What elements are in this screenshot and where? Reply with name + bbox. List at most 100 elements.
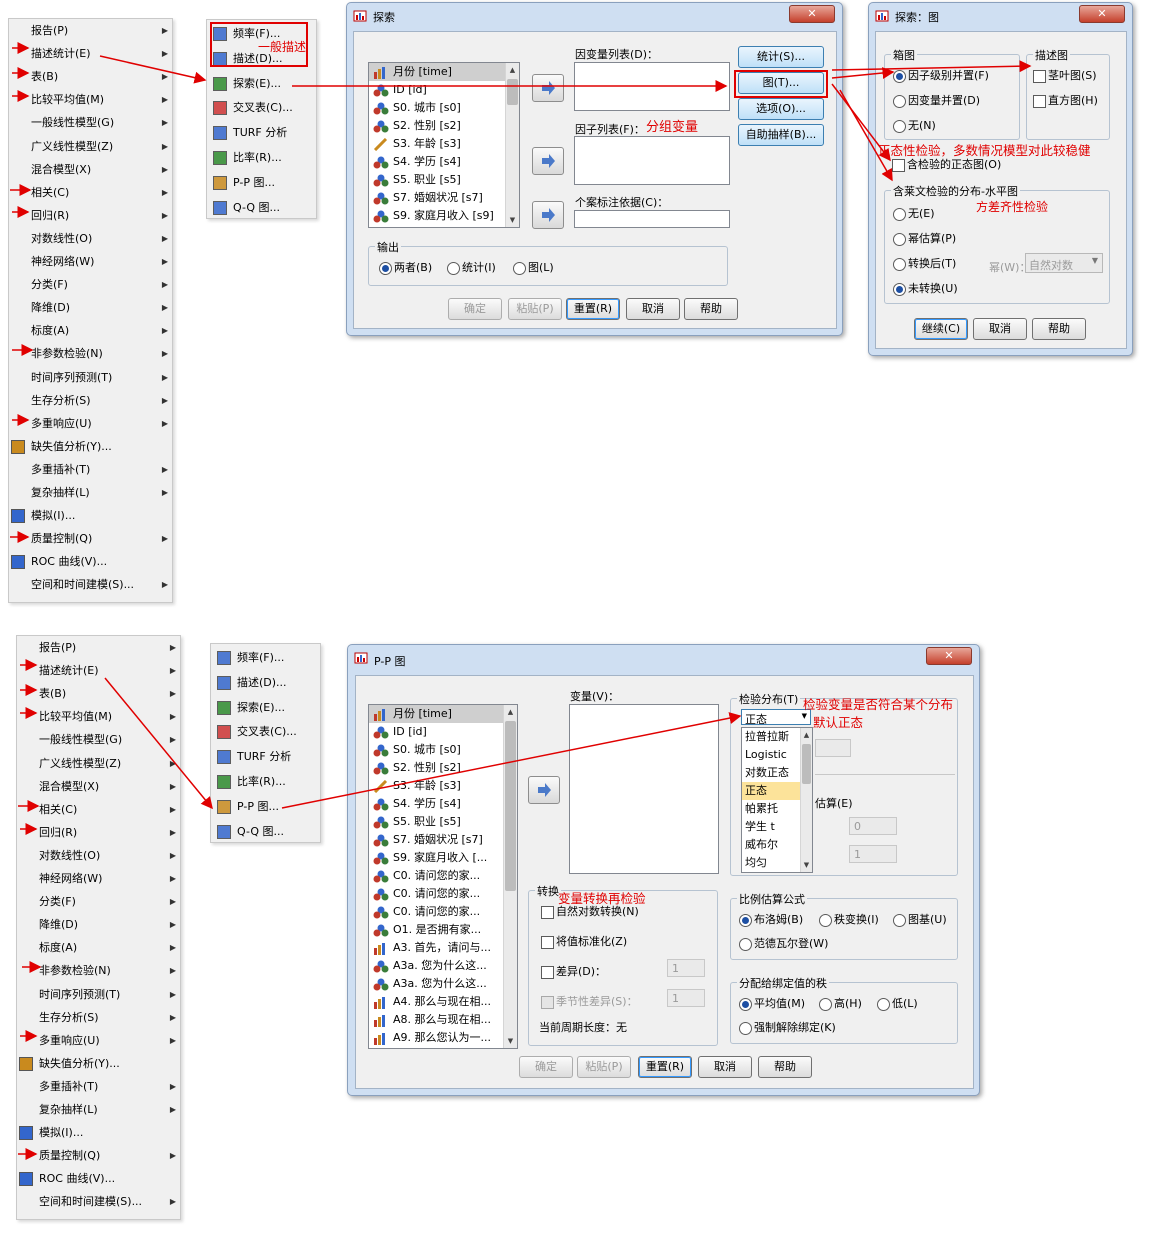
proportion-radio-1[interactable]: 秩变换(I) — [819, 913, 879, 927]
submenu-item-7[interactable]: Q-Q 图... — [207, 195, 316, 220]
label-cases-field[interactable] — [574, 210, 730, 228]
variable-item[interactable]: C0. 请问您的家... — [369, 867, 517, 885]
variable-item[interactable]: S7. 婚姻状况 [s7] — [369, 189, 519, 207]
variable-item[interactable]: A4. 那么与现在相... — [369, 993, 517, 1011]
proportion-radio-2[interactable]: 图基(U) — [893, 913, 947, 927]
dist-select[interactable]: 正态 ▼ — [741, 709, 811, 726]
menu-item-21[interactable]: 模拟(I)... — [9, 505, 172, 527]
boxplot-radio-2[interactable]: 无(N) — [893, 119, 936, 133]
descriptive-checkbox-1[interactable]: 直方图(H) — [1033, 94, 1098, 108]
transform-checkbox-3[interactable]: 季节性差异(S)： — [541, 995, 638, 1009]
menu-item-21[interactable]: 模拟(I)... — [17, 1122, 180, 1144]
dropdown-scrollbar[interactable]: ▲ ▼ — [800, 728, 812, 872]
spread-level-radio-0[interactable]: 无(E) — [893, 207, 935, 221]
statistics-button[interactable]: 统计(S)... — [738, 46, 824, 68]
move-to-dependent-button[interactable] — [532, 74, 564, 102]
menu-item-5[interactable]: 广义线性模型(Z) ▶ — [9, 136, 172, 158]
power-select[interactable]: 自然对数 ▼ — [1025, 253, 1103, 273]
submenu-item-2[interactable]: 探索(E)... — [211, 695, 320, 720]
menu-item-20[interactable]: 复杂抽样(L) ▶ — [9, 482, 172, 504]
menu-item-13[interactable]: 标度(A) ▶ — [17, 937, 180, 959]
variable-item[interactable]: S4. 学历 [s4] — [369, 153, 519, 171]
menu-item-0[interactable]: 报告(P) ▶ — [9, 20, 172, 42]
menu-item-18[interactable]: 缺失值分析(Y)... — [9, 436, 172, 458]
variable-item[interactable]: S5. 职业 [s5] — [369, 813, 517, 831]
ties-radio-1[interactable]: 高(H) — [819, 997, 862, 1011]
menu-item-7[interactable]: 相关(C) ▶ — [17, 799, 180, 821]
paste-button[interactable]: 粘贴(P) — [577, 1056, 631, 1078]
descriptive-checkbox-0[interactable]: 茎叶图(S) — [1033, 69, 1097, 83]
submenu-item-5[interactable]: 比率(R)... — [211, 769, 320, 794]
reset-button[interactable]: 重置(R) — [638, 1056, 692, 1078]
move-to-variables-button[interactable] — [528, 776, 560, 804]
variable-item[interactable]: S2. 性别 [s2] — [369, 117, 519, 135]
variable-item[interactable]: S4. 学历 [s4] — [369, 795, 517, 813]
menu-item-12[interactable]: 降维(D) ▶ — [9, 297, 172, 319]
menu-item-22[interactable]: 质量控制(Q) ▶ — [17, 1145, 180, 1167]
menu-item-1[interactable]: 描述统计(E) ▶ — [9, 43, 172, 65]
submenu-item-1[interactable]: 描述(D)... — [211, 670, 320, 695]
transform-checkbox-1[interactable]: 将值标准化(Z) — [541, 935, 627, 949]
close-button[interactable]: ✕ — [789, 5, 835, 23]
submenu-item-6[interactable]: P-P 图... — [207, 170, 316, 195]
transform-checkbox-2[interactable]: 差异(D)： — [541, 965, 606, 979]
menu-item-15[interactable]: 时间序列预测(T) ▶ — [9, 367, 172, 389]
menu-item-16[interactable]: 生存分析(S) ▶ — [17, 1007, 180, 1029]
variable-item[interactable]: A9. 那么您认为一... — [369, 1029, 517, 1047]
submenu-item-4[interactable]: TURF 分析 — [207, 120, 316, 145]
variable-item[interactable]: S9. 家庭月收入 [s9] — [369, 207, 519, 225]
bootstrap-button[interactable]: 自助抽样(B)... — [738, 124, 824, 146]
variable-item[interactable]: C0. 请问您的家... — [369, 885, 517, 903]
menu-item-11[interactable]: 分类(F) ▶ — [17, 891, 180, 913]
menu-item-24[interactable]: 空间和时间建模(S)... ▶ — [9, 574, 172, 596]
menu-item-3[interactable]: 比较平均值(M) ▶ — [9, 89, 172, 111]
menu-item-1[interactable]: 描述统计(E) ▶ — [17, 660, 180, 682]
variable-item[interactable]: S5. 职业 [s5] — [369, 171, 519, 189]
proportion-radio-0[interactable]: 布洛姆(B) — [739, 913, 803, 927]
variable-item[interactable]: C0. 请问您的家... — [369, 903, 517, 921]
dependent-list[interactable] — [574, 62, 730, 111]
help-button[interactable]: 帮助 — [1032, 318, 1086, 340]
move-to-factor-button[interactable] — [532, 147, 564, 175]
menu-item-14[interactable]: 非参数检验(N) ▶ — [17, 960, 180, 982]
menu-item-6[interactable]: 混合模型(X) ▶ — [17, 776, 180, 798]
variable-item[interactable]: A3. 首先，请问与... — [369, 939, 517, 957]
menu-item-16[interactable]: 生存分析(S) ▶ — [9, 390, 172, 412]
menu-item-10[interactable]: 神经网络(W) ▶ — [9, 251, 172, 273]
submenu-item-4[interactable]: TURF 分析 — [211, 744, 320, 769]
paste-button[interactable]: 粘贴(P) — [508, 298, 562, 320]
menu-item-4[interactable]: 一般线性模型(G) ▶ — [17, 729, 180, 751]
menu-item-12[interactable]: 降维(D) ▶ — [17, 914, 180, 936]
variable-item[interactable]: 月份 [time] — [369, 705, 517, 723]
menu-item-20[interactable]: 复杂抽样(L) ▶ — [17, 1099, 180, 1121]
menu-item-6[interactable]: 混合模型(X) ▶ — [9, 159, 172, 181]
continue-button[interactable]: 继续(C) — [914, 318, 968, 340]
submenu-item-3[interactable]: 交叉表(C)... — [211, 719, 320, 744]
variable-item[interactable]: S0. 城市 [s0] — [369, 741, 517, 759]
proportion-radio-3[interactable]: 范德瓦尔登(W) — [739, 937, 828, 951]
menu-item-3[interactable]: 比较平均值(M) ▶ — [17, 706, 180, 728]
menu-item-5[interactable]: 广义线性模型(Z) ▶ — [17, 753, 180, 775]
menu-item-17[interactable]: 多重响应(U) ▶ — [17, 1030, 180, 1052]
variable-item[interactable]: S3. 年龄 [s3] — [369, 135, 519, 153]
ok-button[interactable]: 确定 — [448, 298, 502, 320]
submenu-item-3[interactable]: 交叉表(C)... — [207, 95, 316, 120]
help-button[interactable]: 帮助 — [684, 298, 738, 320]
reset-button[interactable]: 重置(R) — [566, 298, 620, 320]
spread-level-radio-2[interactable]: 转换后(T) — [893, 257, 956, 271]
menu-item-8[interactable]: 回归(R) ▶ — [17, 822, 180, 844]
output-radio-1[interactable]: 统计(I) — [447, 261, 496, 275]
normality-plots-checkbox[interactable]: 含检验的正态图(O) — [892, 158, 1001, 172]
dist-dropdown-list[interactable]: 拉普拉斯 Logistic 对数正态 正态 帕累托 学生 t 威布尔 均匀 ▲ ▼ — [741, 727, 813, 873]
ok-button[interactable]: 确定 — [519, 1056, 573, 1078]
spread-level-radio-1[interactable]: 幂估算(P) — [893, 232, 956, 246]
transform-checkbox-0[interactable]: 自然对数转换(N) — [541, 905, 639, 919]
variable-list[interactable]: 月份 [time] ID [id] S0. 城市 [s0] S2. 性别 [s2] S3… — [368, 704, 518, 1049]
submenu-item-5[interactable]: 比率(R)... — [207, 145, 316, 170]
menu-item-22[interactable]: 质量控制(Q) ▶ — [9, 528, 172, 550]
submenu-item-6[interactable]: P-P 图... — [211, 794, 320, 819]
submenu-item-0[interactable]: 频率(F)... — [211, 645, 320, 670]
ties-radio-3[interactable]: 强制解除绑定(K) — [739, 1021, 836, 1035]
help-button[interactable]: 帮助 — [758, 1056, 812, 1078]
variable-item[interactable]: S3. 年龄 [s3] — [369, 777, 517, 795]
